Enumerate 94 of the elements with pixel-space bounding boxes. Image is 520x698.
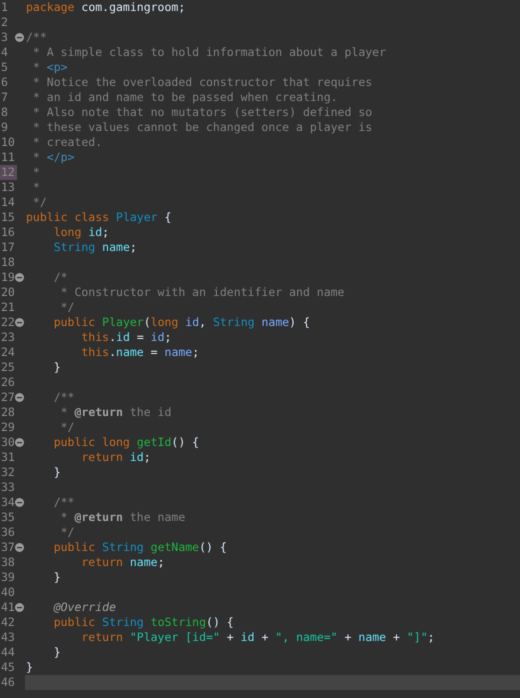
code-line: * Constructor with an identifier and name (60, 285, 346, 300)
code-line: */ (32, 195, 48, 210)
code-line: */ (60, 420, 76, 435)
collapse-icon[interactable] (15, 603, 24, 612)
line-number: 41 (0, 600, 15, 615)
code-line: public long getId() { (52, 435, 200, 450)
collapse-icon[interactable] (15, 393, 24, 402)
code-line: /** (52, 390, 76, 405)
line-number: 37 (0, 540, 15, 555)
line-number: 4 (0, 45, 8, 60)
collapse-icon[interactable] (15, 543, 24, 552)
line-number: 12 (0, 165, 17, 180)
line-number: 24 (0, 345, 15, 360)
line-number: 3 (0, 30, 8, 45)
code-line: * an id and name to be passed when creating. (32, 90, 339, 105)
code-line: * (32, 165, 41, 180)
code-line: return "Player [id=" + id + ", name=" + name + "]"; (80, 630, 436, 645)
line-number: 19 (0, 270, 15, 285)
code-line: /* (52, 270, 69, 285)
line-number: 21 (0, 300, 15, 315)
line-number: 9 (0, 120, 8, 135)
line-number: 10 (0, 135, 15, 150)
line-number: 26 (0, 375, 15, 390)
code-line: long id; (52, 225, 110, 240)
line-number: 45 (0, 660, 15, 675)
code-line: package com.gamingroom; (25, 0, 186, 15)
collapse-icon[interactable] (15, 318, 24, 327)
line-number: 25 (0, 360, 15, 375)
line-number: 14 (0, 195, 15, 210)
code-line: /** (52, 495, 76, 510)
code-line: public Player(long id, String name) { (52, 315, 311, 330)
line-number: 30 (0, 435, 15, 450)
code-line: * (32, 180, 41, 195)
line-number: 20 (0, 285, 15, 300)
line-number: 5 (0, 60, 8, 75)
line-number: 1 (0, 0, 8, 15)
code-line: } (52, 465, 62, 480)
line-number: 15 (0, 210, 15, 225)
collapse-icon[interactable] (15, 498, 24, 507)
line-number: 39 (0, 570, 15, 585)
code-line: */ (60, 525, 76, 540)
line-number: 2 (0, 15, 8, 30)
code-line: * </p> (32, 150, 76, 165)
line-number: 7 (0, 90, 8, 105)
code-line: this.id = id; (80, 330, 172, 345)
line-number: 38 (0, 555, 15, 570)
line-number: 18 (0, 255, 15, 270)
code-line: @Override (52, 600, 118, 615)
line-number: 22 (0, 315, 15, 330)
line-number: 46 (0, 675, 15, 690)
line-number: 43 (0, 630, 15, 645)
line-number: 27 (0, 390, 15, 405)
line-number: 32 (0, 465, 15, 480)
code-line: } (52, 570, 62, 585)
code-line: } (52, 645, 62, 660)
code-line: * @return the name (60, 510, 186, 525)
code-line: public String getName() { (52, 540, 228, 555)
collapse-icon[interactable] (15, 33, 24, 42)
line-number: 13 (0, 180, 15, 195)
line-number: 36 (0, 525, 15, 540)
line-number: 16 (0, 225, 15, 240)
code-line: public class Player { (25, 210, 172, 225)
code-line: this.name = name; (80, 345, 200, 360)
line-number: 34 (0, 495, 15, 510)
line-number: 23 (0, 330, 15, 345)
line-number: 29 (0, 420, 15, 435)
code-line: /** (25, 30, 48, 45)
code-line: } (25, 660, 34, 675)
code-line: return id; (80, 450, 152, 465)
code-line: * created. (32, 135, 104, 150)
collapse-icon[interactable] (15, 438, 24, 447)
line-number: 6 (0, 75, 8, 90)
line-number: 28 (0, 405, 15, 420)
code-line: String name; (52, 240, 138, 255)
code-line: return name; (80, 555, 166, 570)
code-line: * A simple class to hold information about a player (32, 45, 388, 60)
line-number: 35 (0, 510, 15, 525)
code-line: * these values cannot be changed once a player is (32, 120, 374, 135)
line-number: 8 (0, 105, 8, 120)
line-number: 40 (0, 585, 15, 600)
line-number: 33 (0, 480, 15, 495)
code-line: public String toString() { (52, 615, 235, 630)
code-line: */ (60, 300, 76, 315)
line-number: 17 (0, 240, 15, 255)
code-line: * @return the id (60, 405, 172, 420)
collapse-icon[interactable] (15, 273, 24, 282)
line-number: 42 (0, 615, 15, 630)
line-number: 11 (0, 150, 15, 165)
line-number: 44 (0, 645, 15, 660)
code-line: * <p> (32, 60, 69, 75)
code-line: * Notice the overloaded constructor that requires (32, 75, 374, 90)
line-number: 31 (0, 450, 15, 465)
code-line: * Also note that no mutators (setters) defined so (32, 105, 374, 120)
code-line: } (52, 360, 62, 375)
